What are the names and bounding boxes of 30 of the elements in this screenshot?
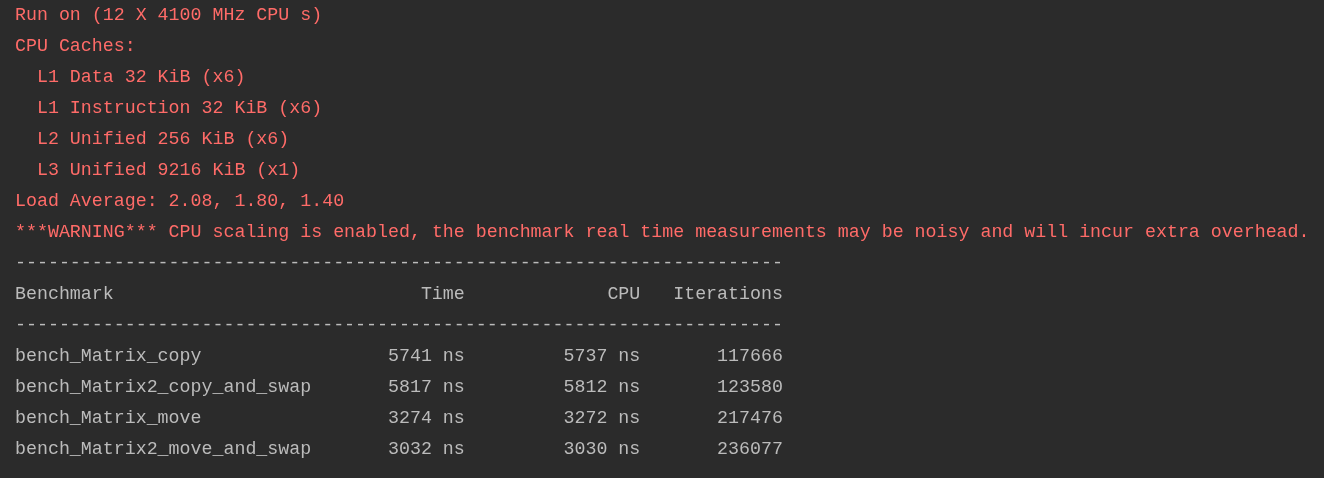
column-header: Time	[420, 283, 465, 306]
console-line: L1 Instruction 32 KiB (x6)	[35, 97, 323, 120]
table-cell-text: 123580	[717, 376, 783, 399]
table-cell-text: 5817 ns	[388, 376, 465, 399]
console-line: L2 Unified 256 KiB (x6)	[35, 128, 290, 151]
console-line: ----------------------------------------------------------------------	[15, 252, 783, 275]
console-line: CPU Caches:	[15, 35, 136, 58]
table-cell: bench_Matrix_move	[15, 408, 202, 428]
console-line: ***WARNING*** CPU scaling is enabled, the benchmark real time measurements may be noisy and will incur extra overhead.	[15, 221, 1310, 244]
console-line: Run on (12 X 4100 MHz CPU s)	[15, 4, 323, 27]
table-cell-text: 5812 ns	[563, 376, 641, 399]
table-cell-text: 3030 ns	[563, 438, 641, 461]
table-cell-text: 3272 ns	[563, 407, 641, 430]
table-cell-text: 3274 ns	[388, 407, 465, 430]
table-cell: bench_Matrix2_copy_and_swap	[15, 377, 312, 397]
table-cell-text: 217476	[717, 407, 783, 430]
column-header: CPU	[607, 283, 641, 306]
console-line: L1 Data 32 KiB (x6)	[35, 66, 246, 89]
console-line: Load Average: 2.08, 1.80, 1.40	[15, 190, 345, 213]
table-cell: bench_Matrix_copy	[15, 346, 202, 366]
table-cell-text: 236077	[717, 438, 783, 461]
table-cell-text: 3032 ns	[388, 438, 465, 461]
console-line: L3 Unified 9216 KiB (x1)	[35, 159, 301, 182]
column-header: Iterations	[673, 283, 783, 306]
column-header: Benchmark	[15, 284, 114, 304]
table-cell-text: 117666	[717, 345, 783, 368]
table-cell: bench_Matrix2_move_and_swap	[15, 439, 312, 459]
console-line: ----------------------------------------------------------------------	[15, 314, 783, 337]
table-cell-text: 5737 ns	[563, 345, 641, 368]
table-cell-text: 5741 ns	[388, 345, 465, 368]
